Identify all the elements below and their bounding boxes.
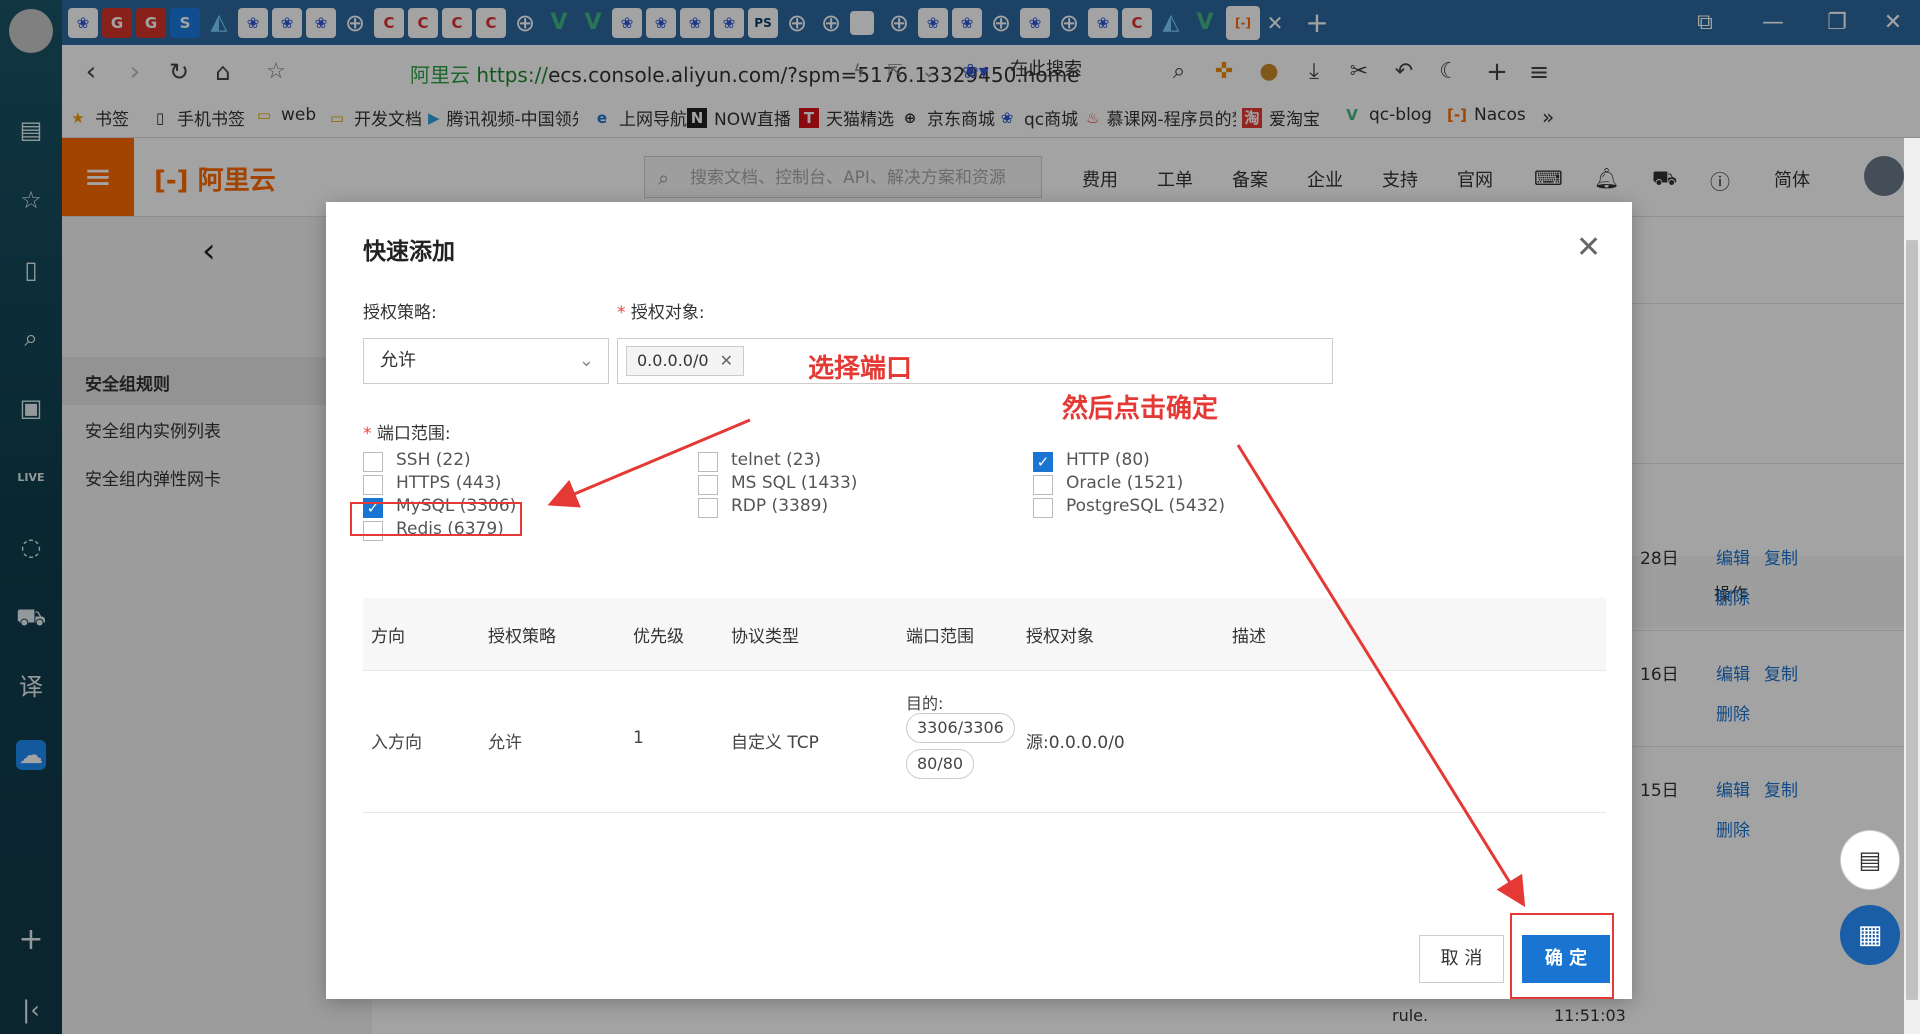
arrow-to-mysql: [547, 418, 751, 508]
annotation-arrows: [547, 418, 1526, 908]
arrow-to-confirm: [1236, 444, 1526, 908]
